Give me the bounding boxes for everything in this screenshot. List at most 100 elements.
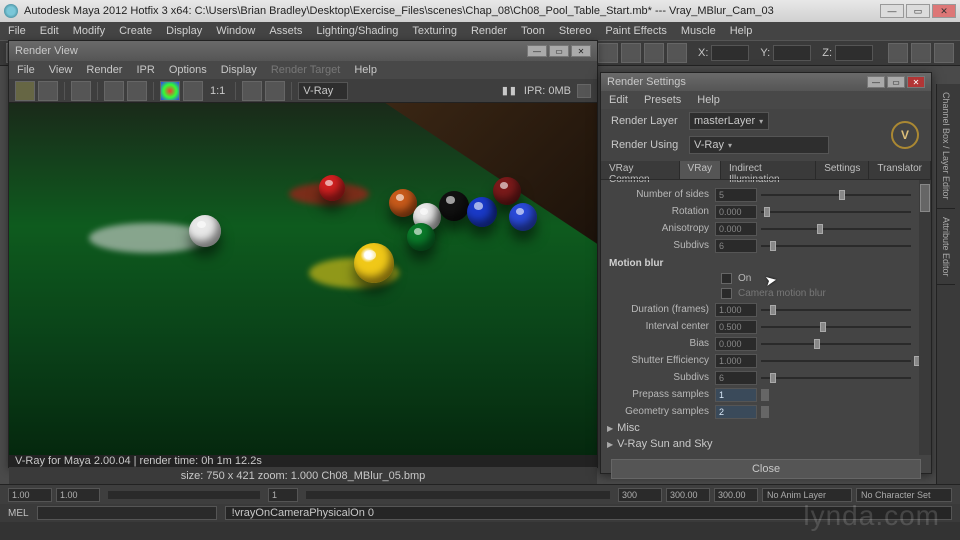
region-render-icon[interactable] — [38, 81, 58, 101]
tab-vray[interactable]: VRay — [680, 161, 721, 179]
param-input[interactable]: 6 — [715, 239, 757, 253]
expander-vray-sun-sky[interactable]: ▶V-Ray Sun and Sky — [607, 436, 917, 452]
tool-icon[interactable] — [644, 43, 664, 63]
swatch-icon[interactable] — [160, 81, 180, 101]
menu-modify[interactable]: Modify — [73, 25, 105, 37]
menu-assets[interactable]: Assets — [269, 25, 302, 37]
exposure-icon[interactable] — [183, 81, 203, 101]
on-checkbox[interactable] — [721, 273, 732, 284]
rv-close-button[interactable]: ✕ — [571, 45, 591, 57]
rv-menu-file[interactable]: File — [17, 64, 35, 76]
rv-menu-help[interactable]: Help — [354, 64, 377, 76]
menu-painteffects[interactable]: Paint Effects — [605, 25, 667, 37]
menu-texturing[interactable]: Texturing — [412, 25, 457, 37]
save-icon[interactable] — [242, 81, 262, 101]
param-input[interactable]: 1.000 — [715, 354, 757, 368]
param-input[interactable]: 0.500 — [715, 320, 757, 334]
param-slider[interactable] — [761, 320, 917, 334]
st-minimize-button[interactable]: — — [867, 76, 885, 88]
param-input[interactable]: 5 — [715, 188, 757, 202]
menu-window[interactable]: Window — [216, 25, 255, 37]
character-set-select[interactable]: No Character Set — [856, 488, 952, 502]
end-frame-field2[interactable]: 300.00 — [714, 488, 758, 502]
tool-icon[interactable] — [911, 43, 931, 63]
tab-translator[interactable]: Translator — [869, 161, 931, 179]
param-input[interactable]: 6 — [715, 371, 757, 385]
param-slider[interactable] — [761, 303, 917, 317]
pause-icon[interactable]: ▮▮ — [502, 84, 518, 97]
param-slider[interactable] — [761, 205, 917, 219]
param-slider[interactable] — [761, 371, 917, 385]
param-slider[interactable] — [761, 188, 917, 202]
maximize-button[interactable]: ▭ — [906, 4, 930, 18]
coord-y-input[interactable] — [773, 45, 811, 61]
tool-icon[interactable] — [667, 43, 687, 63]
camera-mb-checkbox[interactable] — [721, 288, 732, 299]
rv-minimize-button[interactable]: — — [527, 45, 547, 57]
menu-edit[interactable]: Edit — [40, 25, 59, 37]
menu-file[interactable]: File — [8, 25, 26, 37]
settings-vscroll[interactable] — [919, 180, 931, 455]
param-slider[interactable] — [761, 222, 917, 236]
render-layer-select[interactable]: masterLayer — [689, 112, 769, 130]
tab-indirect[interactable]: Indirect Illumination — [721, 161, 816, 179]
menu-display[interactable]: Display — [166, 25, 202, 37]
coord-x-input[interactable] — [711, 45, 749, 61]
tool-icon[interactable] — [888, 43, 908, 63]
tab-vray-common[interactable]: VRay Common — [601, 161, 680, 179]
tab-settings[interactable]: Settings — [816, 161, 869, 179]
menu-toon[interactable]: Toon — [521, 25, 545, 37]
stop-icon[interactable] — [577, 84, 591, 98]
settings-titlebar[interactable]: Render Settings — ▭ ✕ — [601, 73, 931, 91]
rv-menu-display[interactable]: Display — [221, 64, 257, 76]
sidebar-channelbox[interactable]: Channel Box / Layer Editor — [937, 84, 955, 209]
st-menu-edit[interactable]: Edit — [609, 94, 628, 106]
render-view-titlebar[interactable]: Render View — ▭ ✕ — [9, 41, 597, 61]
end-frame-field[interactable]: 300.00 — [666, 488, 710, 502]
param-input[interactable]: 1.000 — [715, 303, 757, 317]
rv-menu-render[interactable]: Render — [86, 64, 122, 76]
spinner-icon[interactable] — [761, 389, 769, 401]
range-slider-bar[interactable] — [306, 491, 610, 499]
menu-render[interactable]: Render — [471, 25, 507, 37]
close-button[interactable]: Close — [611, 459, 921, 479]
st-menu-help[interactable]: Help — [697, 94, 720, 106]
geometry-samples-input[interactable]: 2 — [715, 405, 757, 419]
st-maximize-button[interactable]: ▭ — [887, 76, 905, 88]
render-view-image[interactable] — [9, 103, 597, 455]
delete-icon[interactable] — [265, 81, 285, 101]
prepass-samples-input[interactable]: 1 — [715, 388, 757, 402]
range-start-field[interactable]: 1.00 — [56, 488, 100, 502]
ipr-icon[interactable] — [71, 81, 91, 101]
render-icon[interactable] — [15, 81, 35, 101]
spinner-icon[interactable] — [761, 406, 769, 418]
rv-menu-ipr[interactable]: IPR — [136, 64, 154, 76]
param-input[interactable]: 0.000 — [715, 222, 757, 236]
refresh-icon[interactable] — [127, 81, 147, 101]
command-input[interactable] — [37, 506, 217, 520]
render-using-select[interactable]: V-Ray — [689, 136, 829, 154]
close-button[interactable]: ✕ — [932, 4, 956, 18]
coord-z-input[interactable] — [835, 45, 873, 61]
minimize-button[interactable]: — — [880, 4, 904, 18]
st-menu-presets[interactable]: Presets — [644, 94, 681, 106]
param-slider[interactable] — [761, 337, 917, 351]
rv-menu-options[interactable]: Options — [169, 64, 207, 76]
time-slider[interactable] — [108, 491, 260, 499]
param-slider[interactable] — [761, 239, 917, 253]
renderer-select[interactable]: V-Ray — [298, 82, 348, 100]
menu-lighting[interactable]: Lighting/Shading — [316, 25, 398, 37]
tool-icon[interactable] — [598, 43, 618, 63]
rv-menu-view[interactable]: View — [49, 64, 73, 76]
st-close-button[interactable]: ✕ — [907, 76, 925, 88]
tool-icon[interactable] — [621, 43, 641, 63]
settings-icon[interactable] — [104, 81, 124, 101]
menu-stereo[interactable]: Stereo — [559, 25, 591, 37]
menu-help[interactable]: Help — [730, 25, 753, 37]
start-frame-field[interactable]: 1.00 — [8, 488, 52, 502]
rv-maximize-button[interactable]: ▭ — [549, 45, 569, 57]
anim-layer-select[interactable]: No Anim Layer — [762, 488, 852, 502]
tool-icon[interactable] — [934, 43, 954, 63]
range-end-field[interactable]: 300 — [618, 488, 662, 502]
expander-misc[interactable]: ▶Misc — [607, 420, 917, 436]
